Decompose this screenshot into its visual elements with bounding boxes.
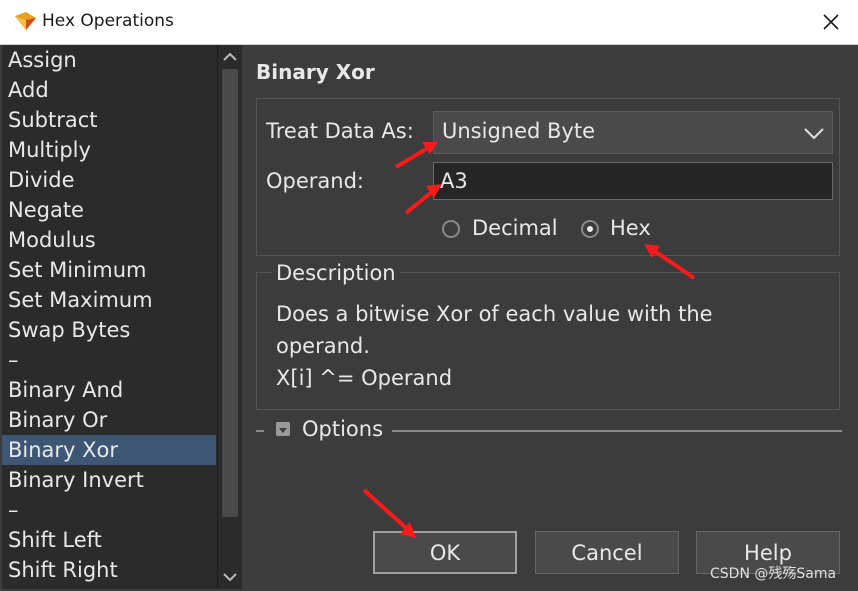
hex-app-icon	[15, 12, 36, 30]
window-title: Hex Operations	[42, 11, 174, 31]
list-separator: –	[8, 498, 19, 522]
operation-title: Binary Xor	[256, 60, 375, 84]
title-bar: Hex Operations	[0, 0, 858, 45]
ok-button[interactable]: OK	[373, 531, 517, 574]
chevron-down-icon	[223, 573, 237, 582]
description-line-2: operand.	[276, 334, 370, 358]
description-line-3: X[i] ^= Operand	[276, 366, 453, 390]
close-icon	[823, 14, 839, 30]
decimal-radio-label[interactable]: Decimal	[472, 216, 558, 240]
chevron-up-icon	[223, 52, 237, 61]
list-item-binary-and[interactable]: Binary And	[2, 375, 216, 405]
list-item-negate[interactable]: Negate	[2, 195, 216, 225]
list-scrollbar[interactable]	[217, 45, 242, 589]
list-item-binary-or[interactable]: Binary Or	[2, 405, 216, 435]
list-item-set-minimum[interactable]: Set Minimum	[2, 255, 216, 285]
list-item-divide[interactable]: Divide	[2, 165, 216, 195]
close-button[interactable]	[808, 0, 854, 44]
list-item-subtract[interactable]: Subtract	[2, 105, 216, 135]
watermark: CSDN @残殇Sama	[710, 566, 837, 582]
list-item-add[interactable]: Add	[2, 75, 216, 105]
collapse-icon[interactable]	[276, 422, 290, 436]
description-line-1: Does a bitwise Xor of each value with th…	[276, 302, 713, 326]
list-separator: –	[8, 348, 19, 372]
decimal-radio[interactable]	[442, 220, 460, 238]
list-item-binary-invert[interactable]: Binary Invert	[2, 465, 216, 495]
list-item-binary-xor[interactable]: Binary Xor	[2, 435, 216, 465]
hex-radio-label[interactable]: Hex	[610, 216, 651, 240]
options-divider-right	[392, 430, 842, 432]
cancel-button[interactable]: Cancel	[535, 531, 679, 574]
treat-data-value: Unsigned Byte	[442, 119, 596, 143]
operand-input[interactable]: A3	[433, 162, 833, 200]
description-title: Description	[272, 261, 400, 285]
operation-list[interactable]: Assign Add Subtract Multiply Divide Nega…	[2, 45, 217, 589]
list-item-set-maximum[interactable]: Set Maximum	[2, 285, 216, 315]
hex-operations-dialog: Hex Operations Assign Add Subtract Multi…	[0, 0, 858, 591]
list-item-modulus[interactable]: Modulus	[2, 225, 216, 255]
hex-radio[interactable]	[581, 220, 599, 238]
scroll-up-button[interactable]	[218, 45, 242, 69]
list-item-swap-bytes[interactable]: Swap Bytes	[2, 315, 216, 345]
scroll-thumb[interactable]	[222, 69, 238, 517]
options-divider-left	[256, 430, 264, 432]
treat-data-label: Treat Data As:	[266, 119, 414, 143]
chevron-down-icon	[804, 128, 824, 140]
treat-data-combobox[interactable]: Unsigned Byte	[433, 111, 833, 154]
list-item-assign[interactable]: Assign	[2, 45, 216, 75]
list-item-shift-left[interactable]: Shift Left	[2, 525, 216, 555]
list-item-shift-right[interactable]: Shift Right	[2, 555, 216, 585]
operand-label: Operand:	[266, 169, 364, 193]
list-item-multiply[interactable]: Multiply	[2, 135, 216, 165]
options-label[interactable]: Options	[302, 417, 386, 441]
scroll-down-button[interactable]	[218, 565, 242, 589]
